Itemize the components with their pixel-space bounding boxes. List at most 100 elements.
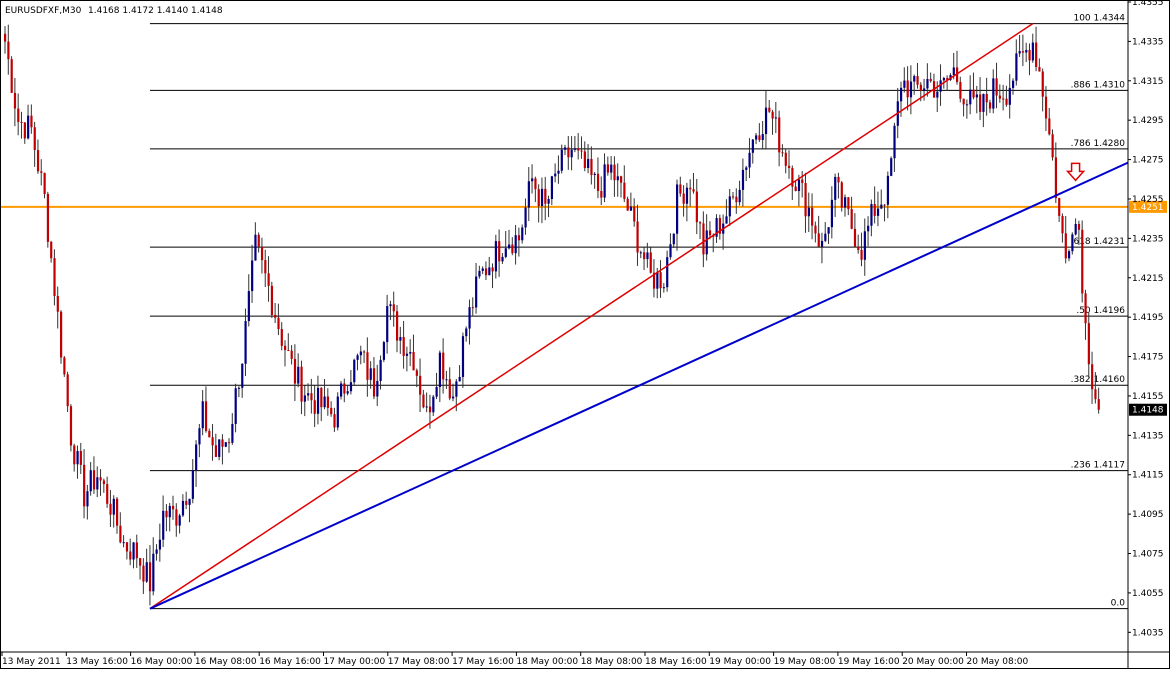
bull-candle	[521, 227, 524, 241]
bear-candle	[1091, 364, 1094, 390]
y-tick-label: 1.4135	[1132, 431, 1164, 441]
bear-candle	[175, 509, 178, 526]
bull-candle	[751, 139, 754, 153]
bull-candle	[1015, 53, 1018, 81]
bear-candle	[850, 209, 853, 229]
x-tick-label: 13 May 16:00	[66, 657, 128, 667]
bear-candle	[613, 164, 616, 181]
bear-candle	[274, 314, 277, 318]
bear-candle	[471, 307, 474, 309]
bull-candle	[992, 78, 995, 109]
bull-candle	[188, 498, 191, 505]
x-tick-label: 19 May 16:00	[838, 657, 900, 667]
y-tick-label: 1.4075	[1132, 550, 1164, 560]
x-tick-label: 18 May 16:00	[645, 657, 707, 667]
bear-candle	[1048, 118, 1051, 135]
bull-candle	[89, 470, 92, 492]
bull-candle	[488, 267, 491, 276]
bull-candle	[540, 188, 544, 207]
bear-candle	[959, 81, 962, 99]
bull-candle	[669, 244, 672, 258]
bull-candle	[359, 351, 362, 356]
bear-candle	[79, 451, 82, 465]
bull-candle	[438, 352, 442, 388]
bull-candle	[876, 208, 880, 216]
chart-window: 100 1.4344.886 1.4310.786 1.4280.618 1.4…	[0, 0, 1170, 669]
bear-candle	[1097, 399, 1100, 410]
x-tick-label: 18 May 08:00	[581, 657, 643, 667]
bull-candle	[903, 80, 906, 88]
bull-candle	[224, 442, 227, 447]
fib-label: .786 1.4280	[1071, 139, 1126, 149]
bear-candle	[758, 135, 761, 140]
current-price-value: 1.4148	[1132, 406, 1164, 416]
bear-candle	[847, 197, 850, 210]
bear-candle	[1084, 293, 1087, 324]
y-tick-label: 1.4355	[1132, 0, 1164, 8]
x-tick-label: 19 May 08:00	[774, 657, 836, 667]
bear-candle	[811, 207, 814, 226]
bull-candle	[646, 252, 649, 260]
bear-candle	[109, 503, 112, 515]
bull-candle	[409, 351, 412, 354]
x-tick-label: 16 May 00:00	[131, 657, 193, 667]
bull-candle	[465, 328, 468, 337]
bull-candle	[1031, 42, 1034, 61]
fib-label: .382 1.4160	[1071, 375, 1126, 385]
y-tick-label: 1.4055	[1132, 589, 1164, 599]
bull-candle	[382, 342, 386, 360]
bear-candle	[979, 94, 982, 112]
bear-candle	[83, 464, 86, 507]
bull-candle	[178, 515, 181, 526]
bear-candle	[392, 304, 395, 312]
bear-candle	[214, 445, 218, 457]
bear-candle	[1058, 198, 1061, 216]
bear-candle	[804, 182, 807, 217]
y-tick-label: 1.4215	[1132, 274, 1164, 284]
bull-candle	[870, 204, 873, 226]
bull-candle	[639, 252, 642, 254]
bull-candle	[728, 196, 731, 217]
bear-candle	[63, 357, 66, 375]
bull-candle	[975, 94, 978, 98]
bear-candle	[620, 176, 623, 183]
bear-candle	[1038, 66, 1041, 72]
bull-candle	[244, 321, 247, 364]
bull-candle	[494, 241, 498, 272]
bear-candle	[264, 260, 267, 274]
bear-candle	[988, 102, 992, 109]
bull-candle	[241, 363, 244, 388]
bear-candle	[695, 191, 698, 223]
bull-candle	[942, 78, 946, 81]
bear-candle	[1061, 215, 1064, 234]
bear-candle	[13, 92, 17, 109]
bear-candle	[366, 352, 369, 380]
bull-candle	[603, 164, 606, 198]
bear-candle	[929, 79, 932, 82]
bull-candle	[672, 233, 675, 245]
bear-candle	[290, 350, 293, 359]
bull-candle	[356, 355, 359, 360]
bear-candle	[1051, 134, 1054, 158]
bull-candle	[725, 216, 728, 224]
bear-candle	[333, 414, 336, 428]
bull-candle	[336, 396, 339, 428]
bull-candle	[761, 134, 764, 140]
bull-candle	[1012, 80, 1015, 88]
bull-candle	[86, 491, 89, 507]
bull-candle	[909, 81, 913, 98]
bull-candle	[353, 359, 356, 383]
bull-candle	[900, 87, 903, 102]
bear-candle	[1041, 71, 1044, 97]
bear-candle	[1077, 223, 1081, 230]
bull-candle	[820, 240, 824, 247]
bear-candle	[1021, 51, 1025, 53]
y-tick-label: 1.4035	[1132, 628, 1164, 638]
bear-candle	[102, 480, 106, 485]
bear-candle	[20, 121, 23, 123]
y-tick-label: 1.4295	[1132, 116, 1164, 126]
bear-candle	[883, 204, 886, 206]
bear-candle	[287, 350, 290, 352]
bear-candle	[142, 565, 145, 582]
bull-candle	[755, 135, 758, 140]
